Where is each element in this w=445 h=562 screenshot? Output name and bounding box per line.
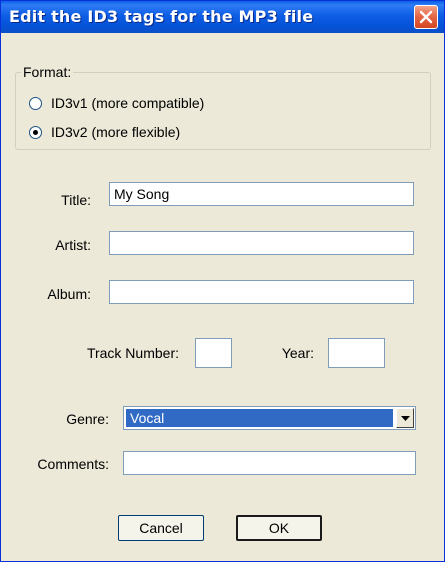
title-bar[interactable]: Edit the ID3 tags for the MP3 file — [1, 1, 444, 33]
close-icon — [419, 10, 433, 24]
genre-label: Genre: — [66, 411, 109, 427]
genre-dropdown-button[interactable] — [396, 408, 414, 428]
year-label: Year: — [281, 345, 314, 361]
dialog-window: Edit the ID3 tags for the MP3 file Forma… — [0, 0, 445, 562]
comments-label: Comments: — [37, 456, 109, 472]
radio-id3v1[interactable]: ID3v1 (more compatible) — [29, 94, 204, 112]
radio-id3v1-label[interactable]: ID3v1 (more compatible) — [51, 95, 204, 111]
radio-id3v2-button[interactable] — [29, 125, 42, 139]
album-label: Album: — [47, 286, 91, 302]
artist-input[interactable] — [109, 231, 414, 255]
genre-selected-value[interactable]: Vocal — [126, 409, 393, 427]
track-number-input[interactable] — [195, 338, 232, 368]
cancel-button[interactable]: Cancel — [118, 515, 204, 541]
year-input[interactable] — [328, 338, 385, 368]
close-button[interactable] — [414, 5, 438, 29]
radio-id3v2-label[interactable]: ID3v2 (more flexible) — [51, 124, 180, 140]
track-number-label: Track Number: — [86, 345, 179, 361]
title-input[interactable] — [109, 182, 414, 206]
genre-select[interactable]: Vocal — [123, 406, 416, 430]
format-legend: Format: — [21, 64, 74, 80]
chevron-down-icon — [401, 416, 410, 421]
comments-input[interactable] — [123, 451, 416, 475]
artist-label: Artist: — [55, 237, 91, 253]
radio-id3v2[interactable]: ID3v2 (more flexible) — [29, 123, 180, 141]
title-label: Title: — [61, 192, 91, 208]
album-input[interactable] — [109, 280, 414, 304]
window-title: Edit the ID3 tags for the MP3 file — [9, 7, 314, 26]
ok-button[interactable]: OK — [236, 515, 322, 541]
radio-id3v1-button[interactable] — [29, 96, 42, 110]
